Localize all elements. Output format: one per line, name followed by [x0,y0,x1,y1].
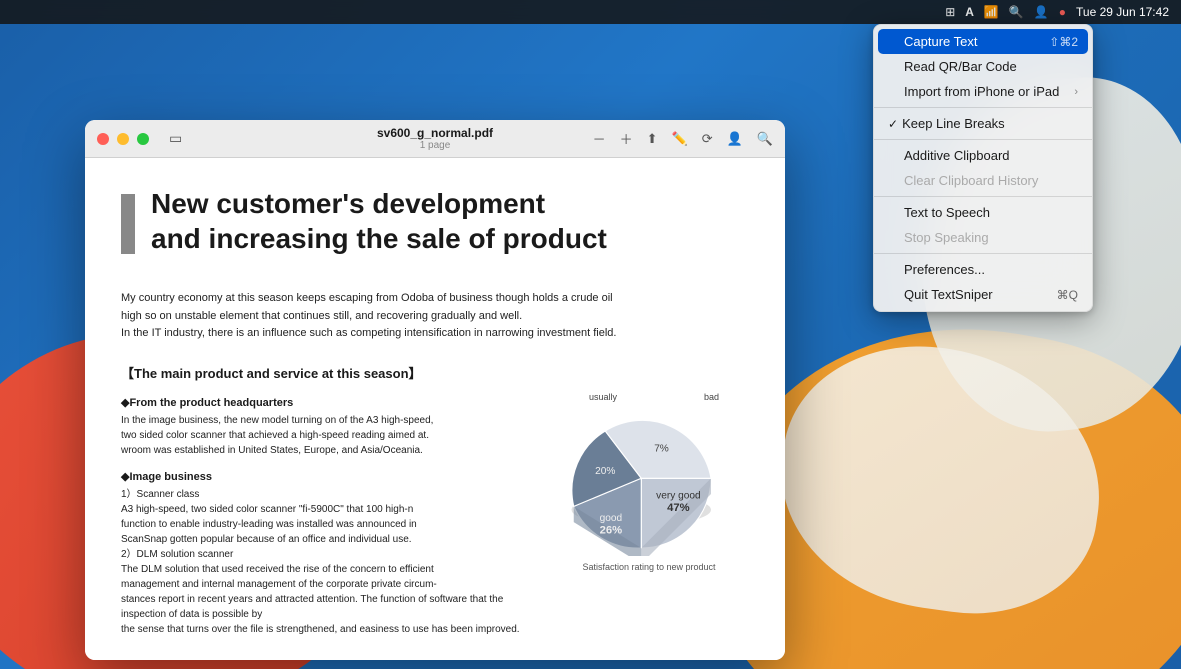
window-titlebar: ▭ sv600_g_normal.pdf 1 page － ＋ ⬆ ✏️ ⟳ 👤… [85,120,785,158]
maximize-button[interactable] [137,133,149,145]
menu-item-preferences[interactable]: Preferences... [874,257,1092,282]
cast-icon[interactable]: 👤 [1034,5,1049,19]
wifi-icon[interactable]: 📶 [984,5,999,19]
pdf-main-title: New customer's development and increasin… [151,186,607,256]
pdf-sub2: ◆Image business 1）Scanner class A3 high-… [121,470,529,637]
chart-usually-label: 20% [595,466,615,477]
menu-item-keep-line-breaks[interactable]: ✓ Keep Line Breaks [874,111,1092,136]
checkmark-icon: ✓ [888,117,898,131]
sidebar-icon: ▭ [169,130,182,147]
pdf-two-col: ◆From the product headquarters In the im… [121,396,749,649]
pdf-sub1-text: In the image business, the new model tur… [121,413,529,458]
contact-icon[interactable]: 👤 [727,131,743,147]
menu-item-read-qr[interactable]: Read QR/Bar Code [874,54,1092,79]
sidebar-toggle[interactable]: ▭ [169,130,182,147]
menu-item-label-import-iphone: Import from iPhone or iPad [904,84,1059,99]
menubar: ⊞ A 📶 🔍 👤 ● Tue 29 Jun 17:42 [0,0,1181,24]
zoom-in-icon[interactable]: ＋ [620,129,633,148]
title-area: sv600_g_normal.pdf 1 page [377,126,493,151]
chart-caption: Satisfaction rating to new product [549,562,749,572]
chart-bad-label: 7% [654,443,669,454]
menu-separator [874,107,1092,108]
close-button[interactable] [97,133,109,145]
submenu-arrow-icon: › [1074,86,1078,98]
menu-item-stop-speaking: Stop Speaking [874,225,1092,250]
pdf-chart-column: usually bad [549,396,749,572]
menu-item-label-text-to-speech: Text to Speech [904,205,990,220]
pie-chart: usually bad [549,396,729,556]
rotate-icon[interactable]: ⟳ [702,131,713,147]
pdf-paragraph1: My country economy at this season keeps … [121,290,749,343]
chart-47-label: 47% [667,502,690,514]
search-icon[interactable]: 🔍 [1009,5,1024,19]
zoom-out-icon[interactable]: － [593,129,606,148]
window-title: sv600_g_normal.pdf [377,126,493,140]
pdf-content[interactable]: New customer's development and increasin… [85,158,785,660]
menu-item-import-iphone[interactable]: Import from iPhone or iPad › [874,79,1092,104]
chart-26-label: 26% [600,524,623,536]
menu-item-label-keep-line-breaks: Keep Line Breaks [902,116,1005,131]
menu-separator [874,196,1092,197]
pdf-sub1: ◆From the product headquarters In the im… [121,396,529,458]
menu-separator [874,253,1092,254]
minimize-button[interactable] [117,133,129,145]
menu-item-label-additive-clipboard: Additive Clipboard [904,148,1010,163]
menubar-time: Tue 29 Jun 17:42 [1076,5,1169,19]
menu-item-clear-clipboard: Clear Clipboard History [874,168,1092,193]
pdf-text-column: ◆From the product headquarters In the im… [121,396,529,649]
menu-item-text-to-speech[interactable]: Text to Speech [874,200,1092,225]
menu-item-shortcut-quit: ⌘Q [1057,288,1078,302]
text-a-icon[interactable]: A [965,5,974,19]
pie-chart-svg: very good 47% good 26% 20% 7% [549,396,729,556]
menubar-right: ⊞ A 📶 🔍 👤 ● Tue 29 Jun 17:42 [945,5,1169,19]
context-menu: Capture Text ⇧⌘2 Read QR/Bar Code Import fr… [873,24,1093,312]
menu-item-label-read-qr: Read QR/Bar Code [904,59,1017,74]
menu-item-label-stop-speaking: Stop Speaking [904,230,989,245]
chart-label-usually: usually [589,392,617,402]
pdf-section-heading: 【The main product and service at this se… [121,363,749,382]
pdf-sub2-heading: ◆Image business [121,470,529,483]
pdf-window: ▭ sv600_g_normal.pdf 1 page － ＋ ⬆ ✏️ ⟳ 👤… [85,120,785,660]
chart-label-bad: bad [704,392,719,402]
menu-item-additive-clipboard[interactable]: Additive Clipboard [874,143,1092,168]
menu-item-quit[interactable]: Quit TextSniper ⌘Q [874,282,1092,307]
pdf-sub1-heading: ◆From the product headquarters [121,396,529,409]
markup-icon[interactable]: ✏️ [672,131,688,147]
menu-item-label-quit: Quit TextSniper [904,287,993,302]
menu-item-label-clear-clipboard: Clear Clipboard History [904,173,1038,188]
share-icon[interactable]: ⬆ [647,131,658,147]
menu-item-capture-text[interactable]: Capture Text ⇧⌘2 [878,29,1088,54]
menu-item-label-preferences: Preferences... [904,262,985,277]
menu-separator [874,139,1092,140]
menu-item-shortcut-capture-text: ⇧⌘2 [1049,35,1078,49]
grid-icon[interactable]: ⊞ [945,5,955,19]
chart-good-label: good [600,513,623,524]
chart-very-good-label: very good [656,490,700,501]
toolbar-icons: － ＋ ⬆ ✏️ ⟳ 👤 🔍 [593,129,773,148]
window-subtitle: 1 page [377,140,493,151]
find-icon[interactable]: 🔍 [757,131,773,147]
menu-item-label-capture-text: Capture Text [904,34,977,49]
pdf-sub2-text: 1）Scanner class A3 high-speed, two sided… [121,487,529,637]
alert-icon[interactable]: ● [1059,5,1066,19]
